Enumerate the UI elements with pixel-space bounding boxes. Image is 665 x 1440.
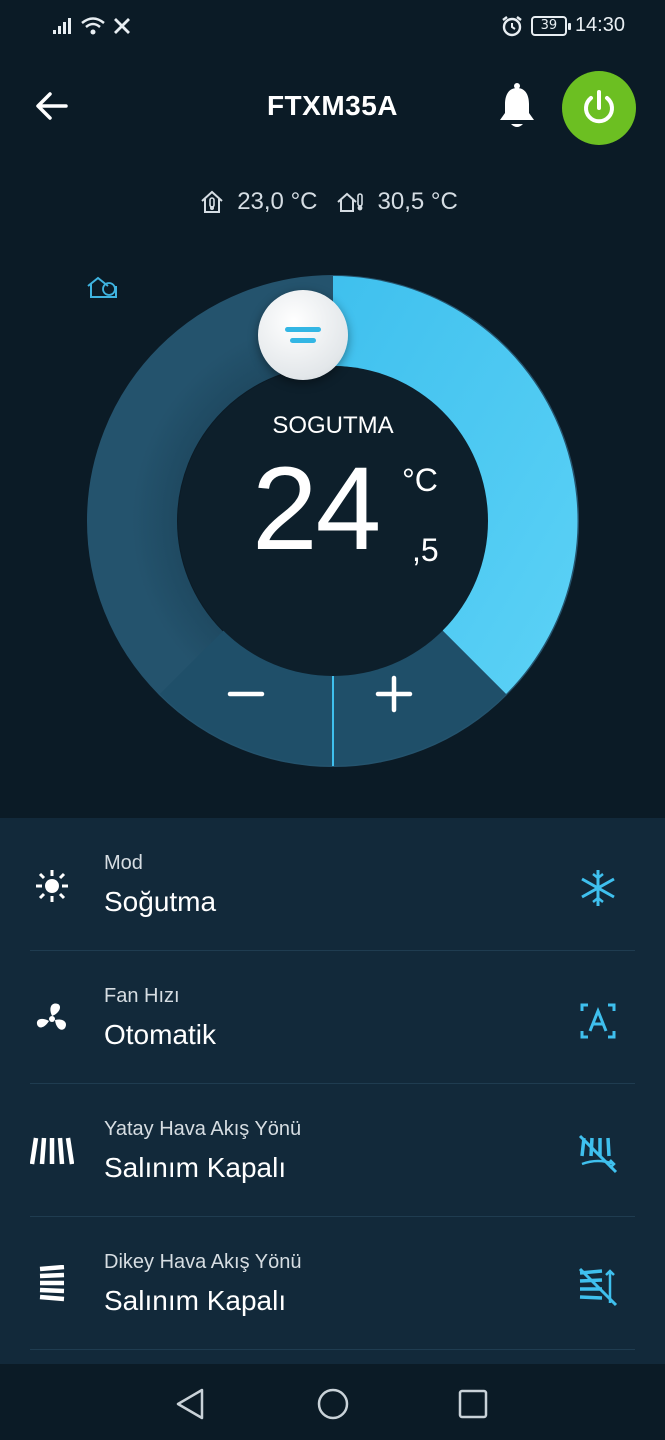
wifi-icon: [81, 17, 105, 35]
setting-value: Salınım Kapalı: [104, 1285, 287, 1316]
setting-label: Fan Hızı: [104, 985, 180, 1007]
knob-line: [285, 327, 321, 332]
dial-knob[interactable]: [258, 290, 348, 380]
setting-mode[interactable]: Mod Soğutma: [0, 818, 665, 951]
nav-back-button[interactable]: [168, 1382, 212, 1426]
status-left: [52, 16, 132, 36]
temperature-readings: 23,0 °C 30,5 °C: [0, 188, 665, 216]
notifications-button[interactable]: [494, 82, 540, 132]
knob-line-short: [290, 338, 316, 343]
setting-value: Otomatik: [104, 1019, 217, 1050]
horizontal-swing-off-icon: [578, 1134, 618, 1174]
system-nav-bar: [0, 1364, 665, 1440]
settings-list: Mod Soğutma Fan Hızı Otomatik Yatay Hava…: [0, 818, 665, 1364]
square-recents-icon: [458, 1389, 488, 1419]
app-header: FTXM35A: [0, 60, 665, 160]
setting-value: Soğutma: [104, 886, 217, 917]
nav-home-button[interactable]: [311, 1382, 355, 1426]
x-icon: [114, 18, 130, 34]
status-time: 14:30: [574, 14, 625, 36]
mode-icon: [36, 870, 68, 902]
snowflake-icon: [581, 870, 615, 906]
thermostat-dial[interactable]: SOGUTMA 24 °C ,5: [86, 274, 580, 768]
outdoor-temp: 30,5 °C: [377, 188, 458, 215]
nav-recents-button[interactable]: [451, 1382, 495, 1426]
setpoint-unit: °C: [402, 462, 438, 498]
increase-button[interactable]: [374, 674, 440, 734]
setting-label: Dikey Hava Akış Yönü: [104, 1251, 302, 1273]
mode-label: SOGUTMA: [272, 412, 394, 439]
bell-icon: [500, 83, 534, 127]
triangle-back-icon: [176, 1388, 204, 1420]
indoor-reading: 23,0 °C: [199, 188, 318, 216]
setting-fan-speed[interactable]: Fan Hızı Otomatik: [0, 951, 665, 1084]
outdoor-thermometer-icon: [336, 192, 363, 212]
status-right: 39 14:30: [501, 14, 625, 37]
setting-vertical-airflow[interactable]: Dikey Hava Akış Yönü Salınım Kapalı: [0, 1217, 665, 1350]
alarm-icon: [502, 15, 522, 36]
signal-icon: [53, 18, 71, 34]
power-button[interactable]: [562, 71, 636, 145]
fan-auto-icon: [580, 1003, 616, 1039]
circle-home-icon: [317, 1388, 349, 1420]
vertical-vanes-icon: [39, 1265, 65, 1302]
setting-value: Salınım Kapalı: [104, 1152, 287, 1183]
row-divider: [30, 1349, 635, 1350]
battery-icon: 39: [530, 15, 571, 36]
home-sensor-icon: [87, 276, 117, 298]
power-icon: [584, 90, 614, 124]
decrease-button[interactable]: [226, 674, 292, 734]
plus-icon: [375, 675, 413, 713]
setpoint-decimal: ,5: [412, 532, 439, 568]
setting-horizontal-airflow[interactable]: Yatay Hava Akış Yönü Salınım Kapalı: [0, 1084, 665, 1217]
outdoor-reading: 30,5 °C: [336, 188, 458, 216]
minus-icon: [227, 691, 265, 697]
setting-label: Mod: [104, 852, 143, 874]
setting-label: Yatay Hava Akış Yönü: [104, 1118, 302, 1140]
fan-icon: [36, 1003, 66, 1030]
horizontal-vanes-icon: [30, 1137, 74, 1165]
status-bar: 39 14:30: [0, 0, 665, 56]
indoor-thermometer-icon: [201, 190, 223, 213]
vertical-swing-off-icon: [578, 1267, 618, 1307]
setpoint-whole: 24: [252, 443, 381, 575]
indoor-temp: 23,0 °C: [237, 188, 318, 215]
